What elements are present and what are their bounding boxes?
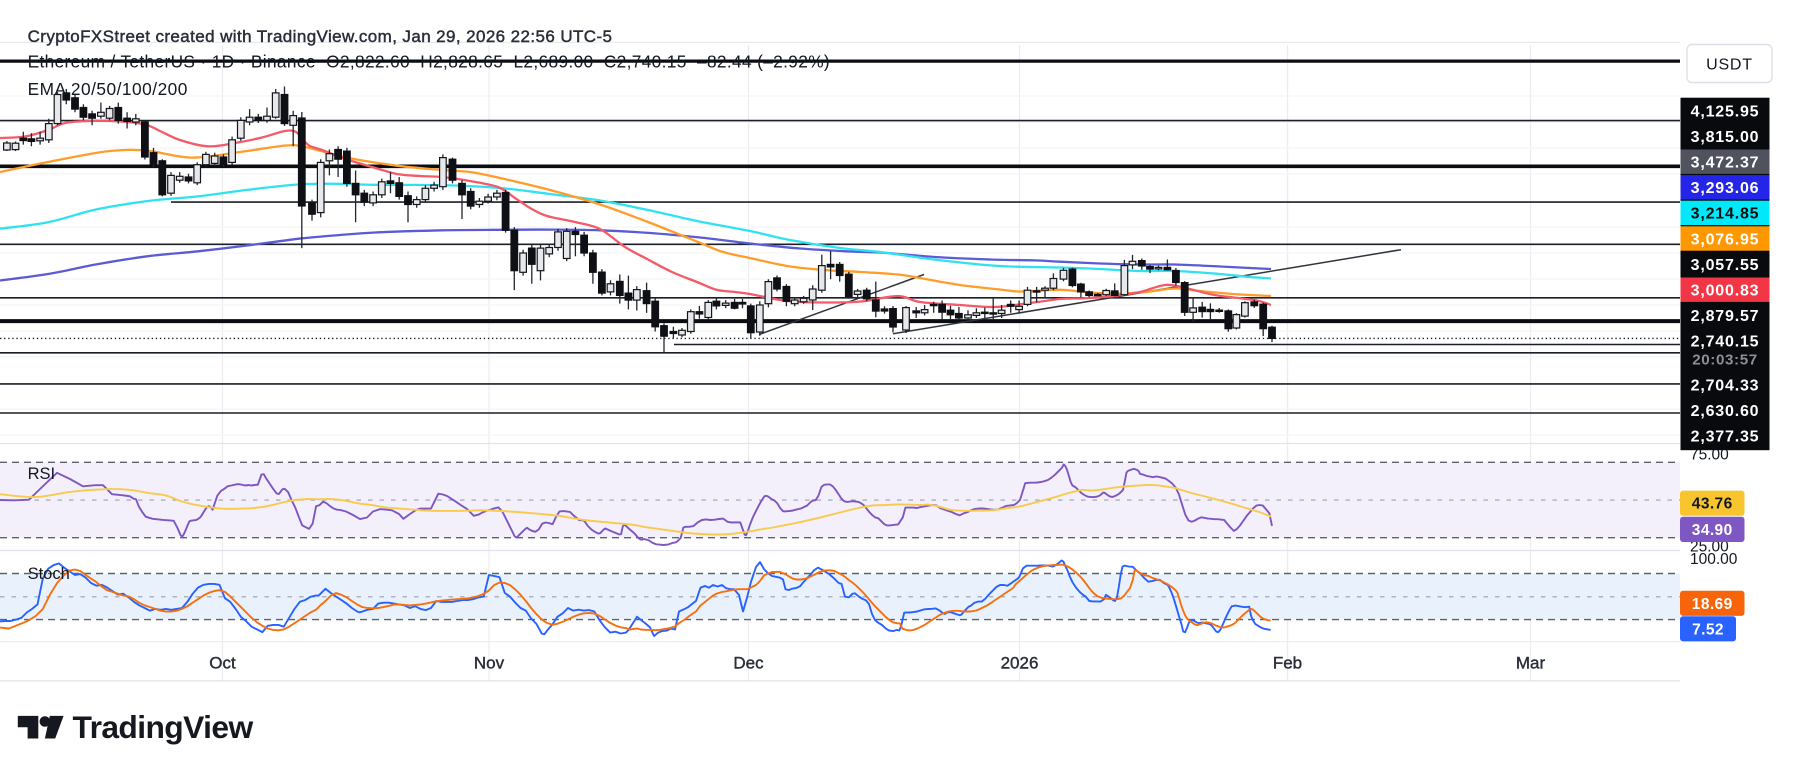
svg-text:18.69: 18.69 (1692, 596, 1733, 613)
svg-text:Mar: Mar (1516, 654, 1546, 673)
svg-text:USDT: USDT (1706, 57, 1753, 74)
svg-text:Ethereum / TetherUS · 1D · Bin: Ethereum / TetherUS · 1D · Binance O2,82… (28, 52, 830, 72)
svg-text:3,472.37: 3,472.37 (1691, 155, 1760, 172)
svg-text:20:03:57: 20:03:57 (1692, 352, 1758, 369)
svg-text:3,000.83: 3,000.83 (1691, 283, 1760, 300)
svg-text:34.90: 34.90 (1692, 522, 1733, 539)
svg-text:3,293.06: 3,293.06 (1691, 180, 1760, 197)
svg-text:CryptoFXStreet created with Tr: CryptoFXStreet created with TradingView.… (28, 27, 613, 46)
svg-text:3,057.55: 3,057.55 (1691, 257, 1760, 274)
svg-text:2,377.35: 2,377.35 (1691, 429, 1760, 446)
svg-text:3,815.00: 3,815.00 (1691, 129, 1760, 146)
svg-text:Feb: Feb (1273, 654, 1302, 673)
svg-text:Nov: Nov (474, 654, 505, 673)
svg-text:3,076.95: 3,076.95 (1691, 231, 1760, 248)
svg-text:2,879.57: 2,879.57 (1691, 308, 1760, 325)
svg-text:Stoch: Stoch (28, 565, 70, 583)
svg-text:3,214.85: 3,214.85 (1691, 206, 1760, 223)
svg-text:2,704.33: 2,704.33 (1691, 377, 1760, 394)
svg-text:7.52: 7.52 (1692, 621, 1724, 638)
svg-text:TradingView: TradingView (73, 709, 254, 745)
svg-text:100.00: 100.00 (1690, 551, 1738, 568)
svg-text:2,740.15: 2,740.15 (1691, 334, 1760, 351)
svg-text:4,125.95: 4,125.95 (1691, 103, 1760, 120)
svg-text:2,630.60: 2,630.60 (1691, 403, 1760, 420)
svg-text:Oct: Oct (209, 654, 236, 673)
svg-text:EMA 20/50/100/200: EMA 20/50/100/200 (28, 79, 188, 99)
svg-text:2026: 2026 (1001, 654, 1039, 673)
svg-text:Dec: Dec (733, 654, 764, 673)
svg-text:43.76: 43.76 (1692, 496, 1733, 513)
svg-text:RSI: RSI (28, 465, 56, 483)
